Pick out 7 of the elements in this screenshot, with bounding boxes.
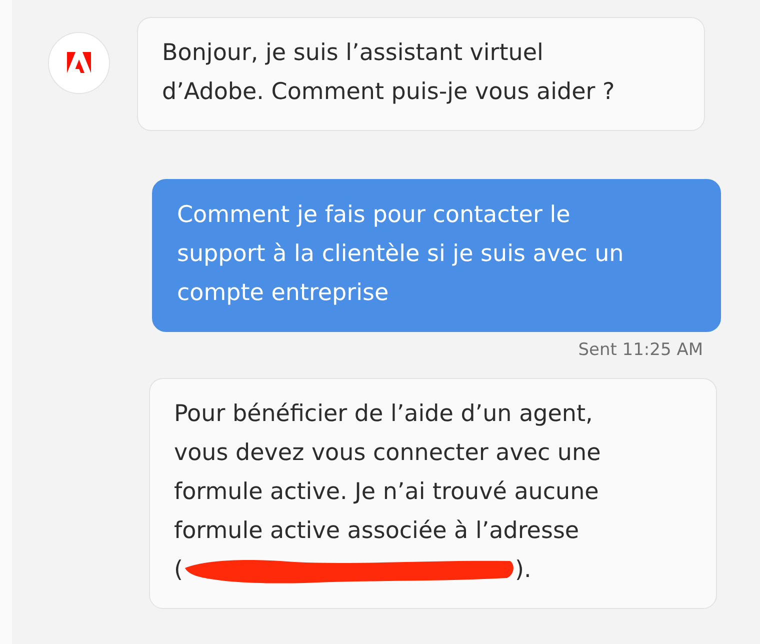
message-text: (	[174, 556, 183, 585]
message-text: ).	[514, 556, 532, 585]
message-text: Pour bénéficier de l’aide d’un agent, vous devez vous connecter avec une formule active. Je n’ai trouvé aucune formule active associée à l’adresse	[174, 400, 602, 546]
logo-icon	[67, 52, 91, 74]
sent-time: Sent 11:25 AM	[578, 340, 703, 360]
message-text: Bonjour, je suis l’assistant virtuel d’Adobe. Comment puis-je vous aider ?	[162, 39, 616, 107]
message-text: Comment je fais pour contacter le support à la clientèle si je suis avec un compte entreprise	[177, 201, 625, 308]
